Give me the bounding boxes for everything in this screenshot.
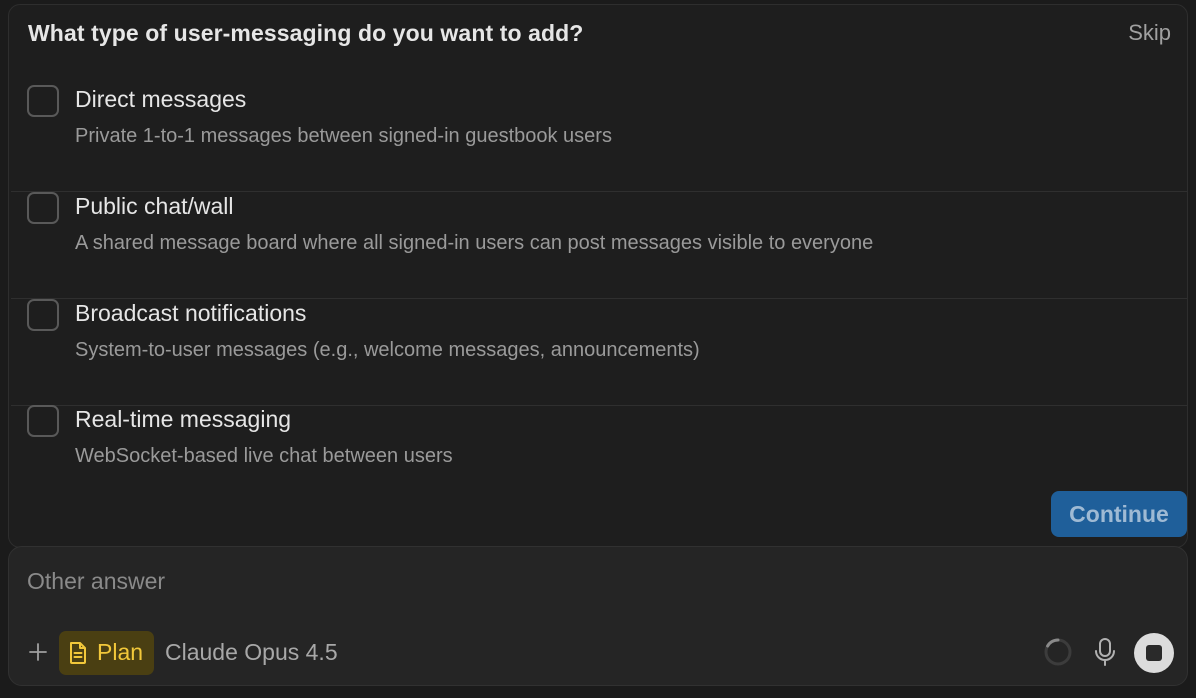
option-description: System-to-user messages (e.g., welcome m… [75, 339, 700, 361]
option-description: A shared message board where all signed-… [75, 232, 874, 254]
continue-button[interactable]: Continue [1051, 491, 1187, 537]
option-title: Broadcast notifications [75, 300, 307, 326]
option-description: Private 1-to-1 messages between signed-i… [75, 125, 612, 147]
microphone-icon[interactable] [1091, 636, 1119, 668]
stop-button[interactable] [1134, 633, 1174, 673]
option-description: WebSocket-based live chat between users [75, 445, 453, 467]
question-title: What type of user-messaging do you want … [28, 20, 584, 46]
checkbox[interactable] [27, 299, 59, 331]
other-answer-input[interactable] [27, 563, 1167, 599]
checkbox[interactable] [27, 192, 59, 224]
plan-mode-label: Plan [97, 639, 144, 665]
option-title: Real-time messaging [75, 406, 292, 432]
option-direct-messages[interactable]: Direct messages Private 1-to-1 messages … [11, 85, 1187, 192]
option-public-chat-wall[interactable]: Public chat/wall A shared message board … [11, 192, 1187, 299]
option-broadcast-notifications[interactable]: Broadcast notifications System-to-user m… [11, 299, 1187, 406]
option-real-time-messaging[interactable]: Real-time messaging WebSocket-based live… [11, 405, 1187, 512]
checkbox[interactable] [27, 85, 59, 117]
plus-icon[interactable] [27, 641, 49, 663]
question-panel: What type of user-messaging do you want … [8, 4, 1188, 548]
composer: Plan Claude Opus 4.5 [8, 546, 1188, 686]
plan-mode-button[interactable]: Plan [59, 631, 154, 675]
document-icon [70, 642, 86, 664]
stop-icon [1146, 645, 1162, 661]
option-title: Public chat/wall [75, 193, 234, 219]
checkbox[interactable] [27, 405, 59, 437]
model-selector[interactable]: Claude Opus 4.5 [165, 639, 338, 666]
option-title: Direct messages [75, 86, 247, 112]
loading-spinner-icon [1043, 637, 1073, 667]
skip-button[interactable]: Skip [1128, 20, 1171, 46]
